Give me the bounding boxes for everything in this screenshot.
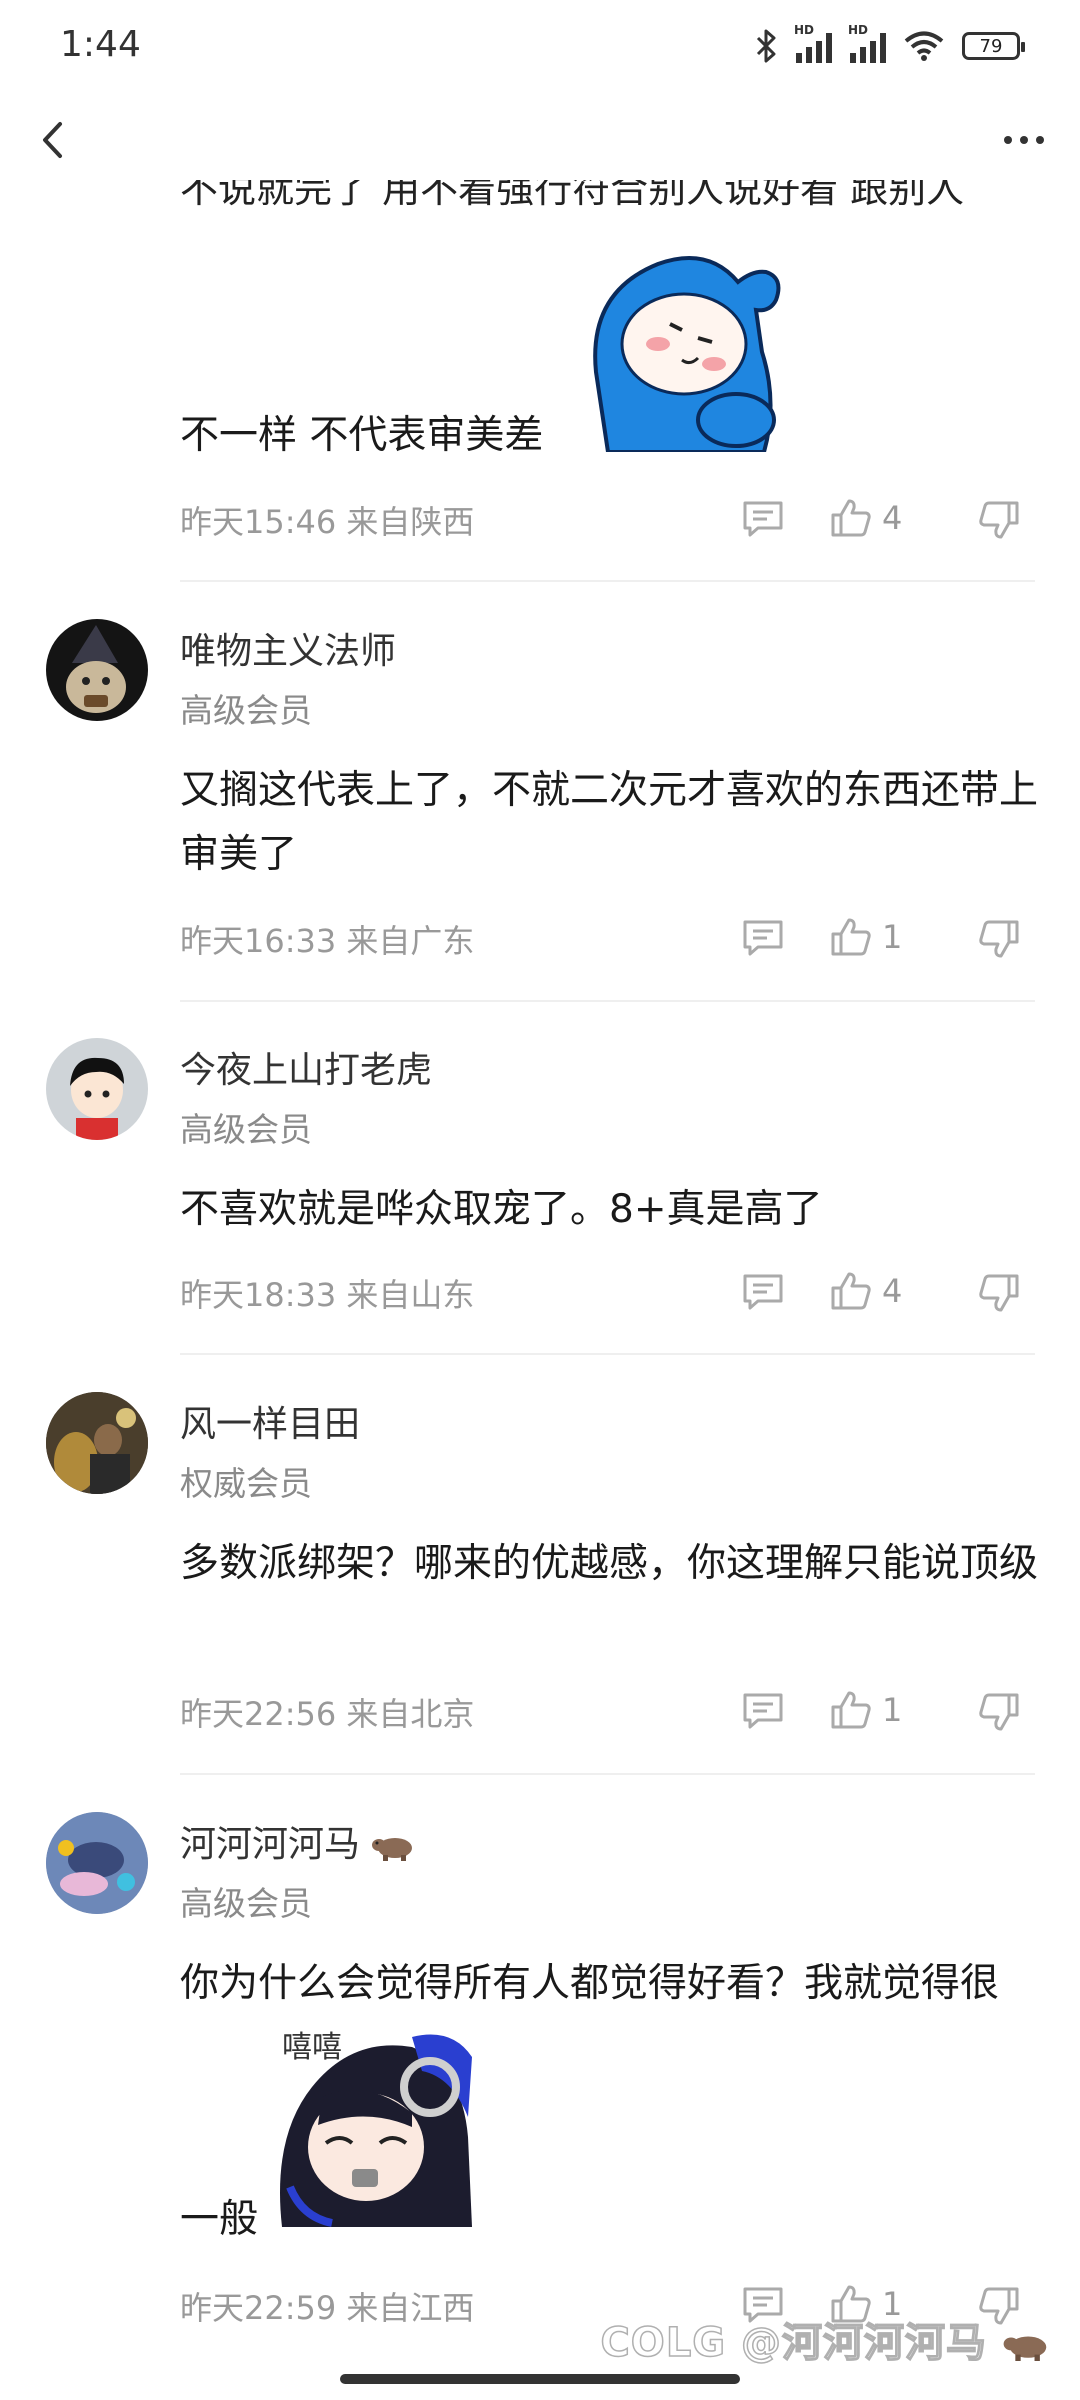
dislike-button[interactable] [978, 1273, 1020, 1313]
username[interactable]: 风一样目田 [180, 1395, 360, 1447]
comment-meta: 昨天22:56 来自北京 [180, 1695, 475, 1733]
reply-button[interactable] [742, 500, 784, 538]
reply-button[interactable] [742, 1692, 784, 1730]
blue-creature-sticker [593, 256, 781, 452]
more-dots-icon [1004, 136, 1012, 144]
home-indicator[interactable] [340, 2374, 740, 2384]
like-count: 1 [882, 1691, 903, 1729]
hippo-badge-icon [372, 1838, 413, 1861]
comment-meta: 昨天18:33 来自山东 [180, 1276, 475, 1314]
hippo-watermark-icon [1003, 2336, 1047, 2361]
partial-comment-cut-line: 不说就完了 用不着强行符合别人说好看 跟别人 [180, 180, 965, 208]
thumbs-up-icon [831, 1272, 871, 1310]
status-time: 1:44 [60, 24, 141, 65]
wifi-icon [904, 31, 944, 61]
comment-text: 不喜欢就是哗众取宠了。8+真是高了 [180, 1187, 823, 1232]
like-count: 1 [882, 918, 903, 956]
comment-icon [743, 920, 783, 956]
comment-meta: 昨天22:59 来自江西 [180, 2289, 475, 2327]
like-count: 4 [882, 499, 903, 537]
reply-button[interactable] [742, 919, 784, 957]
thumbs-down-icon [979, 501, 1019, 539]
divider [180, 1353, 1035, 1355]
dislike-button[interactable] [978, 500, 1020, 540]
nav-bar [0, 100, 1080, 180]
watermark: COLG @河河河河马 [600, 2310, 1050, 2368]
signal-icon-1: HD [794, 23, 832, 63]
like-count: 4 [882, 1272, 903, 1310]
thumbs-up-icon [831, 499, 871, 537]
status-bar: 1:44 HD HD 79 [0, 0, 1080, 100]
system-icons: HD HD 79 [754, 23, 1025, 64]
avatar[interactable] [46, 1812, 148, 1914]
signal-icon-2: HD [848, 23, 886, 63]
comment-meta: 昨天16:33 来自广东 [180, 922, 475, 960]
username[interactable]: 唯物主义法师 [180, 622, 396, 674]
bluetooth-icon [756, 29, 776, 63]
dislike-button[interactable] [978, 1692, 1020, 1732]
divider [180, 1000, 1035, 1002]
member-level: 权威会员 [180, 1464, 312, 1503]
hd-label-1: HD [794, 23, 815, 37]
comment-text: 又搁这代表上了，不就二次元才喜欢的东西还带上审美了 [180, 768, 1039, 877]
comment-icon [743, 1693, 783, 1729]
hd-label-2: HD [848, 23, 869, 37]
thumbs-down-icon [979, 1274, 1019, 1312]
avatar[interactable] [46, 1038, 148, 1140]
reply-button[interactable] [742, 1273, 784, 1311]
divider [180, 1773, 1035, 1775]
colorful-creature-avatar-icon [46, 1812, 148, 1914]
comment-icon [743, 1274, 783, 1310]
divider [180, 580, 1035, 582]
like-button[interactable]: 4 [830, 1271, 902, 1311]
warrior-avatar-icon [46, 1392, 148, 1494]
thumbs-up-icon [831, 918, 871, 956]
wizard-cat-avatar-icon [66, 625, 126, 713]
username-row: 河河河河马 [180, 1815, 415, 1867]
avatar[interactable] [46, 1392, 148, 1494]
member-level: 高级会员 [180, 1110, 312, 1149]
member-level: 高级会员 [180, 1884, 312, 1923]
like-button[interactable]: 1 [830, 917, 902, 957]
cartoon-boy-avatar-icon [70, 1057, 124, 1140]
chevron-left-icon [43, 122, 62, 158]
avatar[interactable] [46, 619, 148, 721]
like-button[interactable]: 1 [830, 1690, 902, 1730]
battery-level: 79 [979, 35, 1003, 57]
comment-text: 多数派绑架？哪来的优越感，你这理解只能说顶级 [180, 1541, 1039, 1586]
sticker-text: 嘻嘻 [282, 2030, 342, 2065]
username[interactable]: 今夜上山打老虎 [180, 1041, 432, 1093]
like-button[interactable]: 4 [830, 498, 902, 538]
dislike-button[interactable] [978, 919, 1020, 959]
battery-icon: 79 [962, 32, 1025, 60]
more-button[interactable] [994, 114, 1054, 166]
comment-text: 你为什么会觉得所有人都觉得好看？我就觉得很 [180, 1961, 1000, 2006]
member-level: 高级会员 [180, 691, 312, 730]
thumbs-up-icon [831, 1691, 871, 1729]
comment-meta: 昨天15:46 来自陕西 [180, 503, 475, 541]
anime-girl-sticker: 嘻嘻 [262, 2017, 478, 2233]
comment-text-end: 一般 [180, 2197, 259, 2242]
thumbs-down-icon [979, 920, 1019, 958]
comment-icon [743, 501, 783, 537]
username[interactable]: 河河河河马 [180, 1824, 360, 1865]
back-button[interactable] [26, 114, 78, 166]
thumbs-down-icon [979, 1693, 1019, 1731]
